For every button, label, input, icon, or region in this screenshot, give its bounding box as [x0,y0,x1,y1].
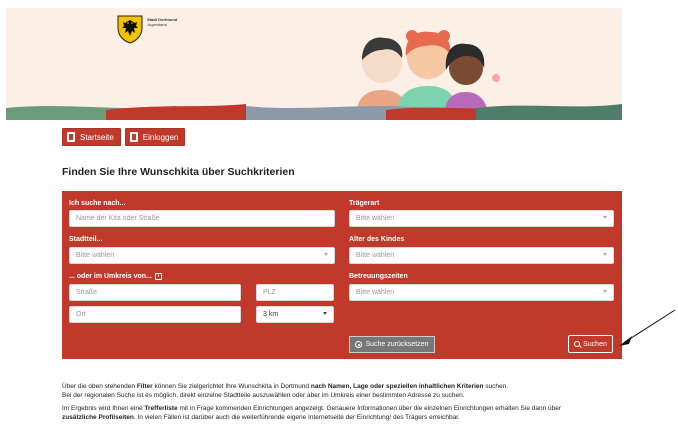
search-submit-label: Suchen [583,340,607,348]
desc-text: . In vielen Fällen ist darüber auch die … [133,414,460,421]
desc-text: mit in Frage kommenden Einrichtungen ang… [177,405,562,412]
home-icon [67,132,75,142]
search-label: Ich suche nach... [69,200,126,207]
age-select[interactable]: Bitte wählen [349,247,614,264]
search-panel: Ich suche nach... Name der Kita oder Str… [62,191,622,359]
banner-wave-stripes [6,104,622,120]
home-label: Startseite [80,132,114,142]
desc-bold: zusätzliche Profilseiten [62,414,134,421]
login-button[interactable]: Einloggen [124,128,186,146]
street-input-placeholder: Straße [76,289,98,296]
reset-search-button[interactable]: Suche zurücksetzen [349,336,435,353]
desc-bold: nach Namen, Lage oder speziellen inhaltl… [310,383,484,390]
provider-select[interactable]: Bitte wählen [349,210,614,227]
age-label: Alter des Kindes [349,236,405,243]
district-select-value: Bitte wählen [76,252,115,259]
reset-icon [355,341,363,348]
header-banner: Stadt Dortmund Jugendamt [6,8,622,120]
zip-input-placeholder: PLZ [263,289,276,296]
chevron-down-icon [603,216,607,219]
search-input[interactable]: Name der Kita oder Straße [69,210,335,227]
district-select[interactable]: Bitte wählen [69,247,335,264]
annotation-arrow-icon [619,309,676,346]
desc-text: suchen. [483,383,509,390]
home-button[interactable]: Startseite [62,128,121,146]
street-input[interactable]: Straße [69,284,241,301]
zip-input[interactable]: PLZ [256,284,334,301]
hours-select-value: Bitte wählen [356,289,395,296]
chevron-down-icon [323,312,327,315]
hours-select[interactable]: Bitte wählen [349,284,614,301]
chevron-down-icon [603,253,607,256]
hours-label: Betreuungszeiten [349,273,408,280]
login-label: Einloggen [142,132,179,142]
coat-of-arms-icon [117,15,143,44]
radius-select[interactable]: 3 km [256,306,334,323]
info-icon[interactable]: i [154,273,162,280]
page-title: Finden Sie Ihre Wunschkita über Suchkrit… [62,166,295,178]
login-icon [129,132,138,142]
provider-label: Trägerart [349,200,380,207]
search-icon [574,341,581,347]
chevron-down-icon [603,290,607,293]
desc-text: Bei der regionalen Suche ist es möglich,… [62,392,465,399]
main-nav: Startseite Einloggen [62,128,186,146]
age-select-value: Bitte wählen [356,252,395,259]
logo-line2: Jugendamt [147,22,167,27]
desc-bold: Filter [136,383,153,390]
search-submit-button[interactable]: Suchen [568,335,613,353]
desc-text: können Sie zielgerichtet Ihre Wunschkita… [152,383,311,390]
radius-select-value: 3 km [263,311,279,318]
reset-search-label: Suche zurücksetzen [365,341,429,348]
description-paragraph-2: Im Ergebnis wird Ihnen eine Trefferliste… [62,404,652,422]
desc-text: Im Ergebnis wird Ihnen eine [62,405,145,412]
desc-bold: Trefferliste [144,405,178,412]
desc-text: Über die oben stehenden [62,383,137,390]
provider-select-value: Bitte wählen [356,215,395,222]
logo-text: Stadt Dortmund Jugendamt [147,14,177,27]
district-label: Stadtteil... [69,236,103,243]
city-input-placeholder: Ort [76,311,86,318]
description-paragraph-1: Über die oben stehenden Filter können Si… [62,382,652,400]
city-logo[interactable]: Stadt Dortmund Jugendamt [116,14,177,44]
chevron-down-icon [324,253,328,256]
radius-label: ... oder im Umkreis von... i [69,273,162,280]
search-input-placeholder: Name der Kita oder Straße [76,215,160,222]
city-input[interactable]: Ort [69,306,241,323]
description: Über die oben stehenden Filter können Si… [62,382,652,425]
radius-label-text: ... oder im Umkreis von... [69,273,152,280]
